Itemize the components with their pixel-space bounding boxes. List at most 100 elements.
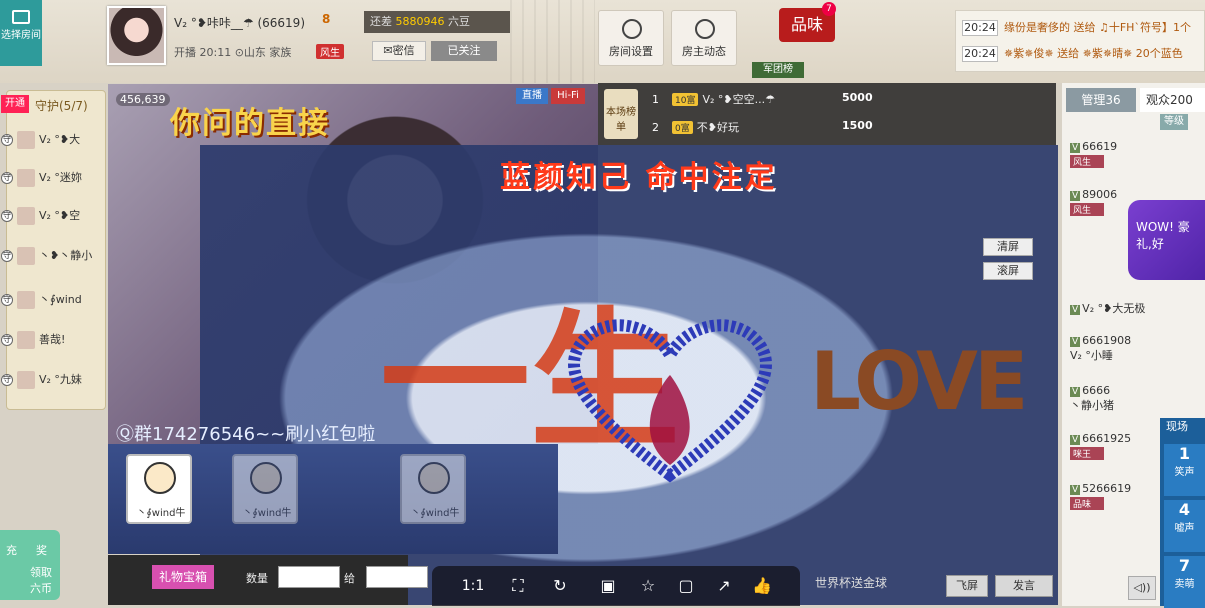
rank-row[interactable]: 1 10富 V₂ °❥空空...☂ 5000: [652, 91, 1052, 113]
quantity-input[interactable]: [278, 566, 340, 588]
avatar: [17, 331, 35, 349]
private-message-button[interactable]: ✉密信: [372, 41, 426, 61]
level-badge: V: [1070, 191, 1081, 201]
rank-label: 本场榜单: [604, 89, 638, 139]
recharge-panel[interactable]: 充 奖 领取 六币: [0, 530, 60, 600]
audience-count: 456,639: [116, 93, 170, 106]
scene-sound-button[interactable]: 1 笑声: [1164, 444, 1205, 496]
gift-feed-row: 20:24 ✵紫✵俊✵ 送给 ✵紫✵晴✵ 20个蓝色: [962, 45, 1183, 65]
recipient-label: 给: [344, 572, 355, 585]
quantity-label: 数量: [246, 572, 268, 585]
choose-room-button[interactable]: 选择房间: [0, 0, 42, 66]
live-tag[interactable]: 直播: [516, 88, 548, 104]
guard-icon: 守: [1, 134, 13, 146]
wow-gift-banner[interactable]: WOW! 豪礼,好: [1128, 200, 1205, 280]
gear-icon: [622, 19, 642, 39]
qq-group-banner: Ⓠ群174276546~~刷小红包啦: [116, 424, 376, 445]
avatar: [418, 462, 450, 494]
video-toolbar: 1:1 ⛶ ↻ ▣ ☆ ▢ ↗ 👍: [432, 566, 800, 606]
avatar: [144, 462, 176, 494]
room-icon: [12, 10, 30, 24]
avatar: [17, 169, 35, 187]
guard-item[interactable]: 守善哉!: [1, 331, 105, 363]
level-badge: V: [1070, 485, 1081, 495]
favorite-icon[interactable]: ☆: [638, 576, 658, 596]
seat-slot[interactable]: 丶∮wind牛: [232, 454, 298, 524]
seat-strip: 丶∮wind牛 丶∮wind牛 丶∮wind牛: [108, 444, 558, 554]
guard-item[interactable]: 守 V₂ °九妹: [1, 371, 105, 403]
clear-chat-button[interactable]: 清屏: [983, 238, 1033, 256]
level-badge: V: [1070, 387, 1081, 397]
guard-icon: 守: [1, 250, 13, 262]
viewer-item[interactable]: V 6661908 V₂ °小睡: [1070, 334, 1205, 378]
gift-feed: 20:24 缘份是奢侈的 送给 ♫十FH`符号】1个 20:24 ✵紫✵俊✵ 送给 …: [955, 10, 1205, 72]
scene-title: 现场: [1166, 420, 1188, 433]
guard-item[interactable]: 守 V₂ °迷妳: [1, 169, 105, 201]
open-guard-button[interactable]: 开通: [1, 95, 29, 113]
guard-icon: 守: [1, 210, 13, 222]
seat-slot[interactable]: 丶∮wind牛: [126, 454, 192, 524]
volume-icon[interactable]: ◁)): [1128, 576, 1156, 600]
guard-icon: 守: [1, 374, 13, 386]
guard-panel: 开通 守护(5/7) 守 V₂ °❥大 守 V₂ °迷妳 守 V₂ °❥空 守丶❥丶静…: [1, 90, 106, 410]
scene-sound-button[interactable]: 4 嘘声: [1164, 500, 1205, 552]
world-cup-gift-link[interactable]: 世界杯送金球: [815, 574, 887, 591]
refresh-icon[interactable]: ↻: [550, 576, 570, 596]
share-icon[interactable]: ↗: [714, 576, 734, 596]
guard-item[interactable]: 守 V₂ °❥大: [1, 131, 105, 163]
avatar: [17, 291, 35, 309]
tab-admin[interactable]: 管理36: [1066, 88, 1136, 112]
ratio-button[interactable]: 1:1: [458, 576, 488, 596]
room-settings-button[interactable]: 房间设置: [598, 10, 664, 66]
effect-title: 蓝颜知己 命中注定: [500, 160, 778, 195]
host-level-badge: 8: [322, 12, 331, 26]
viewer-item[interactable]: V 66619 风生: [1070, 140, 1205, 184]
level-gap-box: 还差 5880946 六豆: [364, 11, 510, 33]
level-badge: V: [1070, 305, 1081, 315]
avatar: [17, 247, 35, 265]
save-icon[interactable]: ▣: [598, 576, 618, 596]
like-icon[interactable]: 👍: [752, 576, 772, 596]
seat-slot[interactable]: 丶∮wind牛: [400, 454, 466, 524]
pinwei-count-badge: 7: [822, 2, 836, 16]
guard-item[interactable]: 守丶❥丶静小: [1, 247, 105, 279]
host-start-info: 开播 20:11 ⊙山东 家族: [174, 46, 292, 59]
level-badge: V: [1070, 143, 1081, 153]
rank-row[interactable]: 2 0富 不❥好玩 1500: [652, 119, 1052, 141]
recipient-input[interactable]: [366, 566, 428, 588]
scroll-chat-button[interactable]: 滚屏: [983, 262, 1033, 280]
host-name: V₂ °❥咔咔__☂ (66619): [174, 16, 305, 30]
guard-icon: 守: [1, 172, 13, 184]
family-badge[interactable]: 风生: [316, 44, 344, 59]
guard-item[interactable]: 守丶∮wind: [1, 291, 105, 323]
host-avatar[interactable]: [107, 6, 166, 65]
gift-feed-row: 20:24 缘份是奢侈的 送给 ♫十FH`符号】1个: [962, 19, 1191, 39]
hifi-tag[interactable]: Hi-Fi: [551, 88, 585, 104]
send-button[interactable]: 发言: [995, 575, 1053, 597]
effect-love-text: LOVE: [810, 335, 1029, 428]
avatar: [17, 207, 35, 225]
session-rank-panel: 本场榜单 1 10富 V₂ °❥空空...☂ 5000 2 0富 不❥好玩 1500: [598, 83, 1056, 145]
avatar: [17, 371, 35, 389]
level-badge: V: [1070, 337, 1081, 347]
tab-viewers[interactable]: 观众200: [1140, 88, 1205, 112]
guard-item[interactable]: 守 V₂ °❥空: [1, 207, 105, 239]
guard-title: 守护(5/7): [35, 99, 88, 113]
guard-icon: 守: [1, 294, 13, 306]
level-badge: V: [1070, 435, 1081, 445]
army-rank-button[interactable]: 军团榜: [752, 62, 804, 78]
screen-icon[interactable]: ▢: [676, 576, 696, 596]
host-feed-button[interactable]: 房主动态: [671, 10, 737, 66]
user-icon: [695, 19, 715, 39]
avatar: [17, 131, 35, 149]
avatar: [250, 462, 282, 494]
guard-icon: 守: [1, 334, 13, 346]
video-caption: 你问的直接: [170, 106, 330, 141]
fly-screen-button[interactable]: 飞屏: [946, 575, 988, 597]
follow-button[interactable]: 已关注: [431, 41, 497, 61]
calligraphy-decoration: [500, 0, 595, 83]
sort-by-level[interactable]: 等级: [1160, 114, 1188, 130]
gift-box-button[interactable]: 礼物宝箱: [152, 565, 214, 589]
fullscreen-icon[interactable]: ⛶: [508, 576, 528, 596]
scene-sound-button[interactable]: 7 卖萌: [1164, 556, 1205, 608]
